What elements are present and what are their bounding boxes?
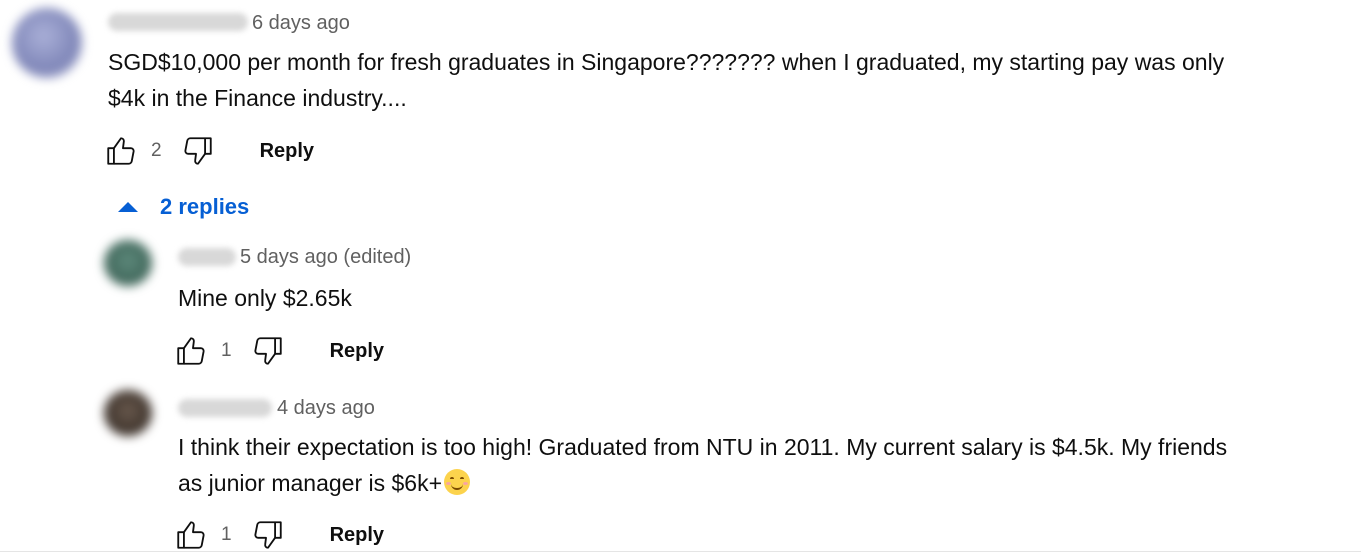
dislike-icon[interactable] xyxy=(250,515,286,554)
comment-author-name[interactable] xyxy=(108,13,248,31)
reply-timestamp[interactable]: 4 days ago xyxy=(277,396,375,420)
comment-actions: 2 Reply xyxy=(103,131,314,171)
like-count: 1 xyxy=(221,524,232,545)
divider xyxy=(0,551,1361,552)
replies-toggle-label: 2 replies xyxy=(160,194,250,219)
like-count: 2 xyxy=(151,140,162,161)
chevron-up-icon xyxy=(118,202,138,212)
smiling-face-emoji-icon xyxy=(444,469,471,495)
reply-button[interactable]: Reply xyxy=(330,340,384,363)
replies-toggle-button[interactable]: 2 replies xyxy=(118,194,249,220)
reply-text-line-2-row: as junior manager is $6k+ xyxy=(178,465,1338,501)
reply-text: I think their expectation is too high! G… xyxy=(178,429,1338,501)
comment-avatar[interactable] xyxy=(12,8,82,78)
reply-actions: 1 Reply xyxy=(173,515,384,554)
dislike-icon[interactable] xyxy=(180,131,216,171)
like-icon[interactable] xyxy=(173,331,209,371)
comment-text: SGD$10,000 per month for fresh graduates… xyxy=(108,44,1338,116)
reply-author-name[interactable] xyxy=(178,399,272,417)
reply-avatar[interactable] xyxy=(104,390,152,436)
reply-text: Mine only $2.65k xyxy=(178,280,1328,316)
reply-actions: 1 Reply xyxy=(173,331,384,371)
reply-button[interactable]: Reply xyxy=(330,524,384,547)
comment-timestamp[interactable]: 6 days ago xyxy=(252,11,350,35)
reply-timestamp[interactable]: 5 days ago (edited) xyxy=(240,245,411,269)
comment-text-line-2: $4k in the Finance industry.... xyxy=(108,85,407,111)
reply-button[interactable]: Reply xyxy=(260,140,314,163)
reply-text-line-2: as junior manager is $6k+ xyxy=(178,470,443,496)
like-icon[interactable] xyxy=(103,131,139,171)
dislike-icon[interactable] xyxy=(250,331,286,371)
like-icon[interactable] xyxy=(173,515,209,554)
reply-text-line-1: Mine only $2.65k xyxy=(178,285,352,311)
reply-author-name[interactable] xyxy=(178,248,236,266)
reply-text-line-1: I think their expectation is too high! G… xyxy=(178,434,1228,460)
comment-text-line-1: SGD$10,000 per month for fresh graduates… xyxy=(108,49,1225,75)
like-count: 1 xyxy=(221,340,232,361)
comment-thread: 6 days ago SGD$10,000 per month for fres… xyxy=(0,0,1361,554)
reply-avatar[interactable] xyxy=(104,240,152,286)
